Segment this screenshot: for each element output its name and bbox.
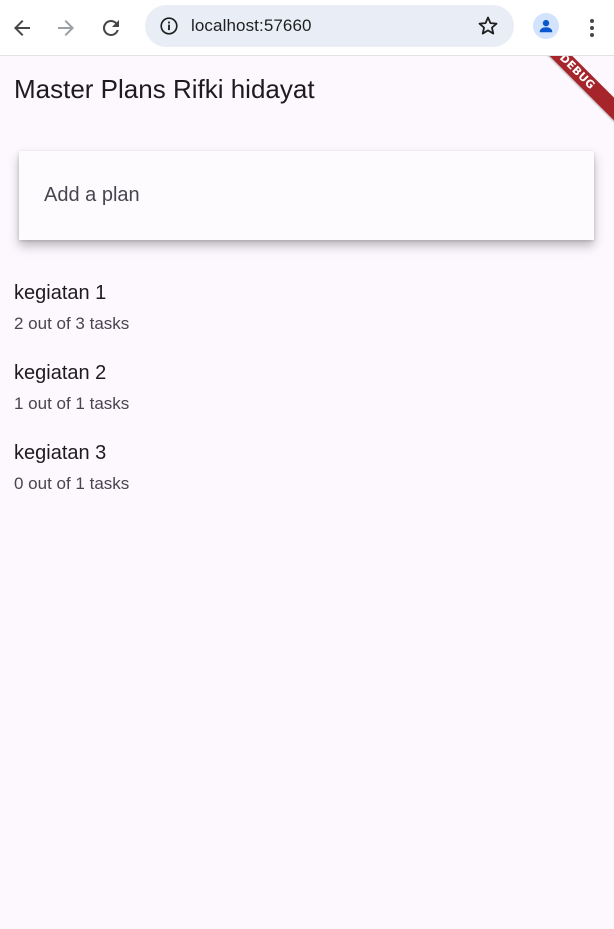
address-bar[interactable]: localhost:57660 <box>145 5 514 47</box>
reload-button[interactable] <box>93 10 129 46</box>
debug-banner: DEBUG <box>518 56 614 131</box>
back-button[interactable] <box>4 10 40 46</box>
plan-name: kegiatan 2 <box>14 362 107 384</box>
arrow-left-icon <box>14 20 30 36</box>
person-icon <box>539 19 553 33</box>
plan-list: kegiatan 1 2 out of 3 tasks kegiatan 2 1… <box>0 276 614 516</box>
arrow-right-icon <box>58 20 74 36</box>
site-info-button[interactable] <box>153 10 185 42</box>
plan-list-item[interactable]: kegiatan 1 2 out of 3 tasks <box>0 276 614 356</box>
plan-progress: 0 out of 1 tasks <box>14 474 130 493</box>
plan-progress: 2 out of 3 tasks <box>14 314 130 333</box>
star-icon[interactable] <box>476 14 500 38</box>
plan-progress: 1 out of 1 tasks <box>14 394 130 413</box>
add-plan-input[interactable] <box>44 180 564 210</box>
info-icon <box>160 17 178 35</box>
plan-name: kegiatan 1 <box>14 282 107 304</box>
url-text[interactable]: localhost:57660 <box>191 16 312 36</box>
app-viewport: DEBUG Master Plans Rifki hidayat kegiata… <box>0 56 614 929</box>
plan-list-item[interactable]: kegiatan 2 1 out of 1 tasks <box>0 356 614 436</box>
more-vert-icon <box>590 19 594 37</box>
forward-button[interactable] <box>48 10 84 46</box>
plan-list-item[interactable]: kegiatan 3 0 out of 1 tasks <box>0 436 614 516</box>
browser-menu-button[interactable] <box>578 10 606 46</box>
add-plan-card <box>19 151 594 240</box>
browser-toolbar: localhost:57660 <box>0 0 614 56</box>
profile-button[interactable] <box>533 13 559 39</box>
reload-icon <box>102 19 119 36</box>
page-title: Master Plans Rifki hidayat <box>14 74 315 104</box>
plan-name: kegiatan 3 <box>14 442 107 464</box>
